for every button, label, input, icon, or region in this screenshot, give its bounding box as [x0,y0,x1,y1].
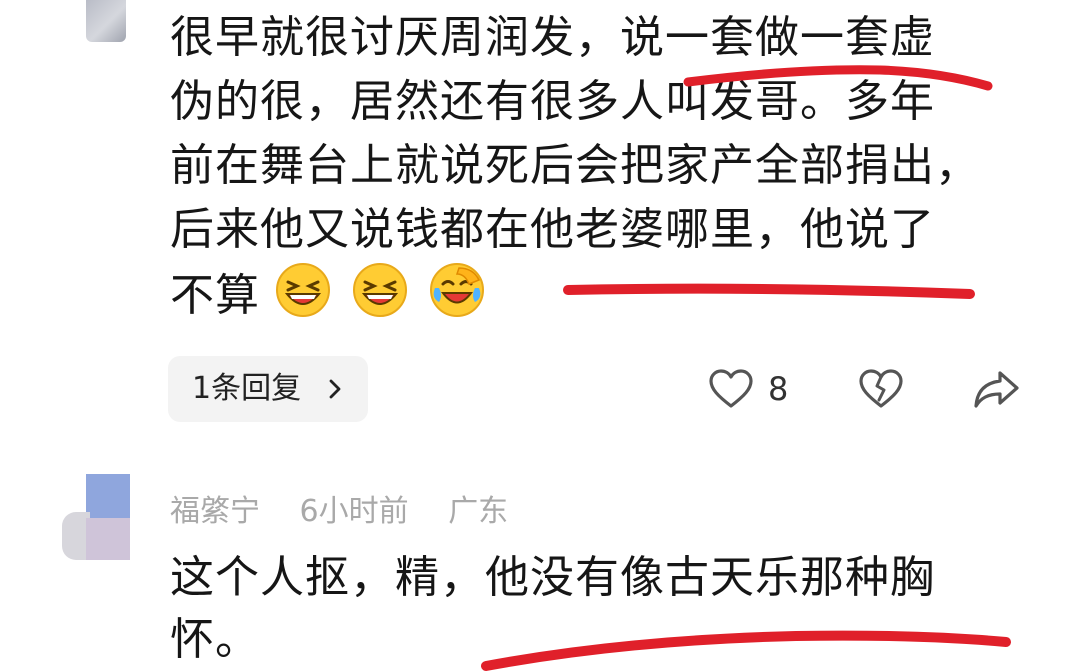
like-count: 8 [768,370,789,408]
comment-body: 这个人抠，精，他没有像古天乐那种胸 怀。 [170,546,935,670]
comment-meta: 福綮宁 6小时前 广东 [170,490,538,524]
comment-line-last: 不算 [170,262,980,326]
grin-squint-icon [352,262,408,318]
chevron-right-icon [329,379,341,399]
comment-line-text: 不算 [170,270,260,321]
view-replies-button[interactable]: 1条回复 [168,356,368,422]
like-button[interactable]: 8 [708,366,788,412]
comment-location: 广东 [448,494,509,524]
comment-line: 这个人抠，精，他没有像古天乐那种胸 [170,552,935,603]
avatar[interactable] [86,0,126,42]
share-button[interactable] [972,366,1020,412]
comment-line: 前在舞台上就说死后会把家产全部捐出， [170,140,980,191]
grin-squint-icon [275,262,331,318]
comment-line: 很早就很讨厌周润发，说一套做一套虚 [170,12,935,63]
comment-body: 很早就很讨厌周润发，说一套做一套虚 伪的很，居然还有很多人叫发哥。多年 前在舞台… [170,6,980,326]
dislike-button[interactable] [858,366,904,412]
reply-count-label: 1条回复 [192,371,302,406]
laugh-cry-icon [429,262,485,318]
comment-line: 怀。 [170,614,260,665]
broken-heart-icon [859,369,903,408]
heart-icon [709,369,753,408]
comment-line: 伪的很，居然还有很多人叫发哥。多年 [170,76,935,127]
comment-time: 6小时前 [299,494,409,524]
share-arrow-icon [974,371,1019,408]
comment-feed: 很早就很讨厌周润发，说一套做一套虚 伪的很，居然还有很多人叫发哥。多年 前在舞台… [0,0,1080,672]
author-name[interactable]: 福綮宁 [170,494,260,524]
avatar[interactable] [62,474,130,560]
comment-line: 后来他又说钱都在他老婆哪里，他说了 [170,204,935,255]
